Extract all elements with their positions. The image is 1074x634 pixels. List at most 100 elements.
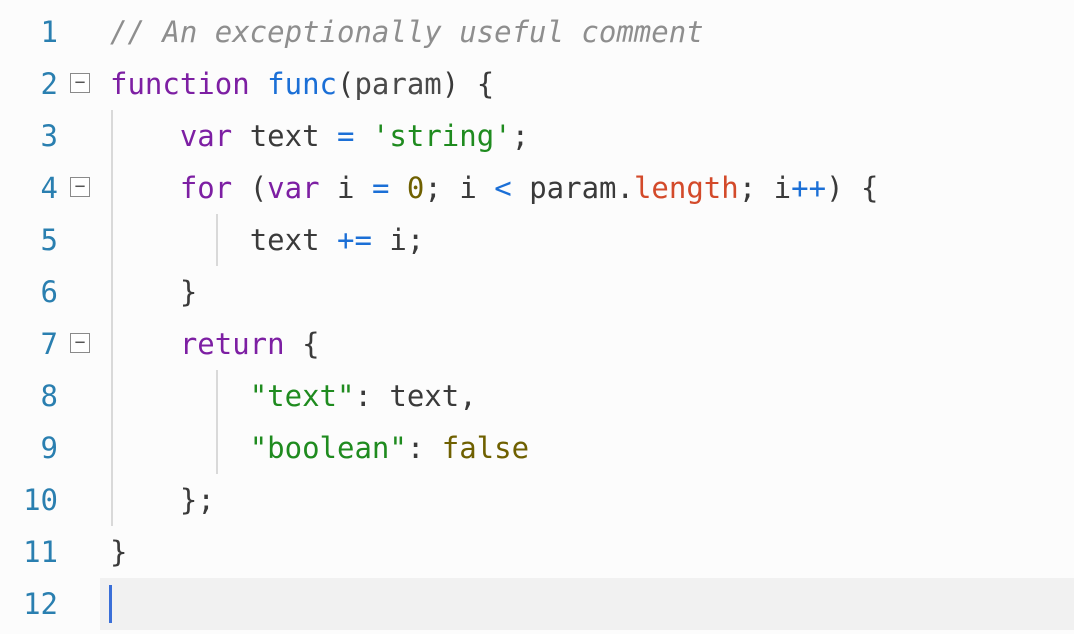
- token-semicolon: ;: [512, 119, 529, 153]
- indent-guide: [111, 422, 113, 474]
- fold-spacer: [70, 594, 90, 614]
- token-identifier: i: [389, 223, 406, 257]
- token-keyword: var: [267, 171, 319, 205]
- gutter: 1 2 − 3 4 − 5 6 7 − 8: [0, 0, 100, 634]
- line-number: 4: [10, 171, 58, 205]
- token-semicolon: ;: [407, 223, 424, 257]
- token-identifier: text: [250, 119, 320, 153]
- code-line[interactable]: "text": text,: [100, 370, 1074, 422]
- code-area[interactable]: // An exceptionally useful comment funct…: [100, 0, 1074, 634]
- token-space: [355, 171, 372, 205]
- token-space: [844, 171, 861, 205]
- token-identifier: text: [250, 223, 320, 257]
- code-line[interactable]: function func(param) {: [100, 58, 1074, 110]
- fold-spacer: [70, 230, 90, 250]
- token-space: [320, 119, 337, 153]
- token-space: [250, 67, 267, 101]
- token-string: 'string': [372, 119, 512, 153]
- line-number: 6: [10, 275, 58, 309]
- token-paren: (: [337, 67, 354, 101]
- gutter-line: 9: [0, 422, 100, 474]
- fold-toggle-icon[interactable]: −: [70, 333, 90, 353]
- token-operator: +=: [337, 223, 372, 257]
- token-comma: ,: [459, 379, 476, 413]
- token-semicolon: ;: [424, 171, 441, 205]
- line-number: 1: [10, 15, 58, 49]
- indent-guide: [216, 370, 218, 422]
- token-brace: }: [110, 535, 127, 569]
- token-identifier: i: [459, 171, 476, 205]
- code-line[interactable]: var text = 'string';: [100, 110, 1074, 162]
- code-line[interactable]: text += i;: [100, 214, 1074, 266]
- line-number: 7: [10, 327, 58, 361]
- token-string: "boolean": [250, 431, 407, 465]
- indent-guide: [111, 266, 113, 318]
- token-indent: [110, 171, 180, 205]
- indent-guide: [111, 370, 113, 422]
- gutter-line: 1: [0, 6, 100, 58]
- token-semicolon: ;: [739, 171, 756, 205]
- code-line[interactable]: };: [100, 474, 1074, 526]
- gutter-line: 4 −: [0, 162, 100, 214]
- code-line[interactable]: // An exceptionally useful comment: [100, 6, 1074, 58]
- line-number: 2: [10, 67, 58, 101]
- token-param: param: [354, 67, 441, 101]
- fold-spacer: [70, 282, 90, 302]
- token-space: [512, 171, 529, 205]
- indent-guide: [216, 422, 218, 474]
- gutter-line: 12: [0, 578, 100, 630]
- token-paren: ): [826, 171, 843, 205]
- token-property: length: [634, 171, 739, 205]
- fold-spacer: [70, 438, 90, 458]
- token-space: [389, 171, 406, 205]
- indent-guide: [111, 474, 113, 526]
- token-indent: [110, 431, 250, 465]
- gutter-line: 8: [0, 370, 100, 422]
- token-identifier: text: [389, 379, 459, 413]
- gutter-line: 5: [0, 214, 100, 266]
- code-line-current[interactable]: [100, 578, 1074, 630]
- fold-toggle-icon[interactable]: −: [70, 73, 90, 93]
- token-space: [320, 223, 337, 257]
- gutter-line: 11: [0, 526, 100, 578]
- token-space: [372, 223, 389, 257]
- token-indent: [110, 223, 250, 257]
- token-function-name: func: [267, 67, 337, 101]
- fold-spacer: [70, 542, 90, 562]
- code-line[interactable]: }: [100, 526, 1074, 578]
- code-line[interactable]: "boolean": false: [100, 422, 1074, 474]
- gutter-line: 2 −: [0, 58, 100, 110]
- fold-spacer: [70, 126, 90, 146]
- token-dot: .: [617, 171, 634, 205]
- code-editor[interactable]: 1 2 − 3 4 − 5 6 7 − 8: [0, 0, 1074, 634]
- token-keyword: for: [180, 171, 232, 205]
- indent-guide: [111, 214, 113, 266]
- token-indent: [110, 379, 250, 413]
- fold-spacer: [70, 490, 90, 510]
- token-identifier: i: [774, 171, 791, 205]
- line-number: 10: [10, 483, 58, 517]
- line-number: 9: [10, 431, 58, 465]
- code-line[interactable]: }: [100, 266, 1074, 318]
- code-line[interactable]: for (var i = 0; i < param.length; i++) {: [100, 162, 1074, 214]
- token-brace: {: [477, 67, 494, 101]
- token-colon: :: [407, 431, 424, 465]
- indent-guide: [216, 214, 218, 266]
- fold-toggle-icon[interactable]: −: [70, 177, 90, 197]
- line-number: 3: [10, 119, 58, 153]
- token-operator: =: [372, 171, 389, 205]
- fold-spacer: [70, 22, 90, 42]
- code-line[interactable]: return {: [100, 318, 1074, 370]
- token-indent: [110, 119, 180, 153]
- token-indent: [110, 275, 180, 309]
- indent-guide: [111, 318, 113, 370]
- token-paren: ): [442, 67, 459, 101]
- token-space: [424, 431, 441, 465]
- token-indent: [110, 483, 180, 517]
- token-space: [285, 327, 302, 361]
- token-space: [477, 171, 494, 205]
- gutter-line: 6: [0, 266, 100, 318]
- token-keyword: return: [180, 327, 285, 361]
- token-paren: (: [250, 171, 267, 205]
- token-space: [372, 379, 389, 413]
